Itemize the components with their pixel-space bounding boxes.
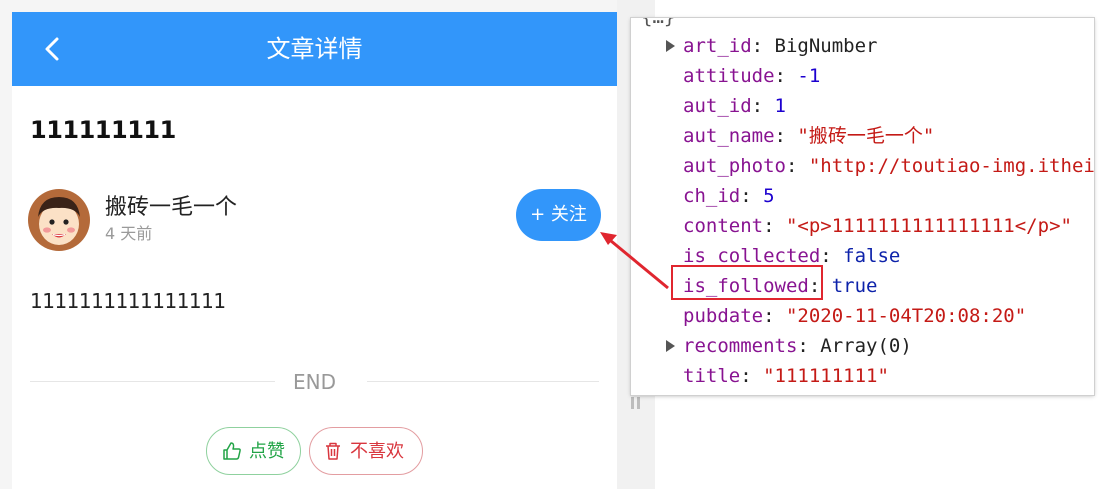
property-separator: : bbox=[797, 335, 821, 357]
property-row[interactable]: recomments: Array(0) bbox=[666, 331, 912, 361]
property-value: false bbox=[843, 245, 901, 267]
property-value: 5 bbox=[763, 185, 775, 207]
property-value: Array(0) bbox=[820, 335, 912, 357]
property-key: content bbox=[683, 215, 764, 237]
property-row: title: "111111111" bbox=[683, 361, 889, 391]
property-row: aut_photo: "http://toutiao-img.itheima.n… bbox=[683, 151, 1094, 181]
property-separator: : bbox=[785, 155, 809, 177]
dislike-button[interactable]: 不喜欢 bbox=[309, 427, 423, 475]
end-marker: END bbox=[293, 370, 336, 394]
object-header[interactable]: {…} bbox=[641, 18, 675, 28]
article-detail-page: 文章详情 111111111 搬砖一毛一个 4 天前 + 关注 11111111… bbox=[12, 12, 617, 489]
property-row: aut_name: "搬砖一毛一个" bbox=[683, 121, 934, 151]
property-separator: : bbox=[763, 305, 786, 327]
article-title: 111111111 bbox=[30, 116, 176, 144]
property-key: art_id bbox=[683, 35, 752, 57]
property-key: aut_name bbox=[683, 125, 775, 147]
property-row[interactable]: art_id: BigNumber bbox=[666, 31, 878, 61]
property-value: 1 bbox=[774, 95, 786, 117]
property-separator: : bbox=[820, 245, 844, 267]
property-value: "2020-11-04T20:08:20" bbox=[785, 305, 1027, 327]
property-key: attitude bbox=[683, 65, 775, 87]
property-value: -1 bbox=[797, 65, 821, 87]
property-value: BigNumber bbox=[774, 35, 878, 57]
property-separator: : bbox=[751, 95, 775, 117]
highlight-box bbox=[671, 265, 823, 300]
property-separator: : bbox=[740, 185, 764, 207]
property-key: is_collected bbox=[683, 245, 821, 267]
property-key: recomments bbox=[683, 335, 798, 357]
property-value: "111111111" bbox=[763, 365, 889, 387]
trash-icon bbox=[326, 442, 340, 460]
property-row: ch_id: 5 bbox=[683, 181, 775, 211]
annotation-arrow-icon bbox=[600, 232, 669, 290]
thumbs-up-icon bbox=[223, 442, 241, 460]
property-value: "http://toutiao-img.itheima.net/FuyELvGh… bbox=[808, 155, 1094, 177]
property-value: true bbox=[831, 275, 878, 297]
property-row: content: "<p>1111111111111111</p>" bbox=[683, 211, 1072, 241]
pause-icon[interactable] bbox=[630, 396, 642, 410]
property-key: title bbox=[683, 365, 741, 387]
publish-time: 4 天前 bbox=[105, 224, 153, 243]
nav-bar: 文章详情 bbox=[12, 12, 617, 86]
property-row: pubdate: "2020-11-04T20:08:20" bbox=[683, 301, 1026, 331]
avatar-illustration bbox=[28, 189, 90, 251]
property-separator: : bbox=[774, 65, 798, 87]
property-separator: : bbox=[740, 365, 764, 387]
property-value: "搬砖一毛一个" bbox=[797, 125, 935, 147]
property-key: pubdate bbox=[683, 305, 764, 327]
property-row: aut_id: 1 bbox=[683, 91, 786, 121]
article-content: 1111111111111111 bbox=[30, 289, 226, 313]
property-value: "<p>1111111111111111</p>" bbox=[785, 215, 1072, 237]
follow-button[interactable]: + 关注 bbox=[516, 189, 601, 241]
expand-triangle-icon[interactable] bbox=[665, 40, 676, 52]
property-key: ch_id bbox=[683, 185, 741, 207]
property-key: aut_id bbox=[683, 95, 752, 117]
author-name: 搬砖一毛一个 bbox=[105, 195, 238, 220]
object-inspector-popup: {…} art_id: BigNumberattitude: -1aut_id:… bbox=[631, 18, 1094, 395]
property-row: attitude: -1 bbox=[683, 61, 820, 91]
property-separator: : bbox=[751, 35, 775, 57]
property-key: aut_photo bbox=[683, 155, 786, 177]
dislike-label: 不喜欢 bbox=[350, 441, 404, 462]
like-label: 点赞 bbox=[249, 441, 285, 462]
avatar[interactable] bbox=[28, 189, 90, 251]
page-title: 文章详情 bbox=[266, 35, 363, 63]
property-separator: : bbox=[763, 215, 786, 237]
expand-triangle-icon[interactable] bbox=[665, 340, 676, 352]
property-separator: : bbox=[774, 125, 798, 147]
like-button[interactable]: 点赞 bbox=[206, 427, 301, 475]
